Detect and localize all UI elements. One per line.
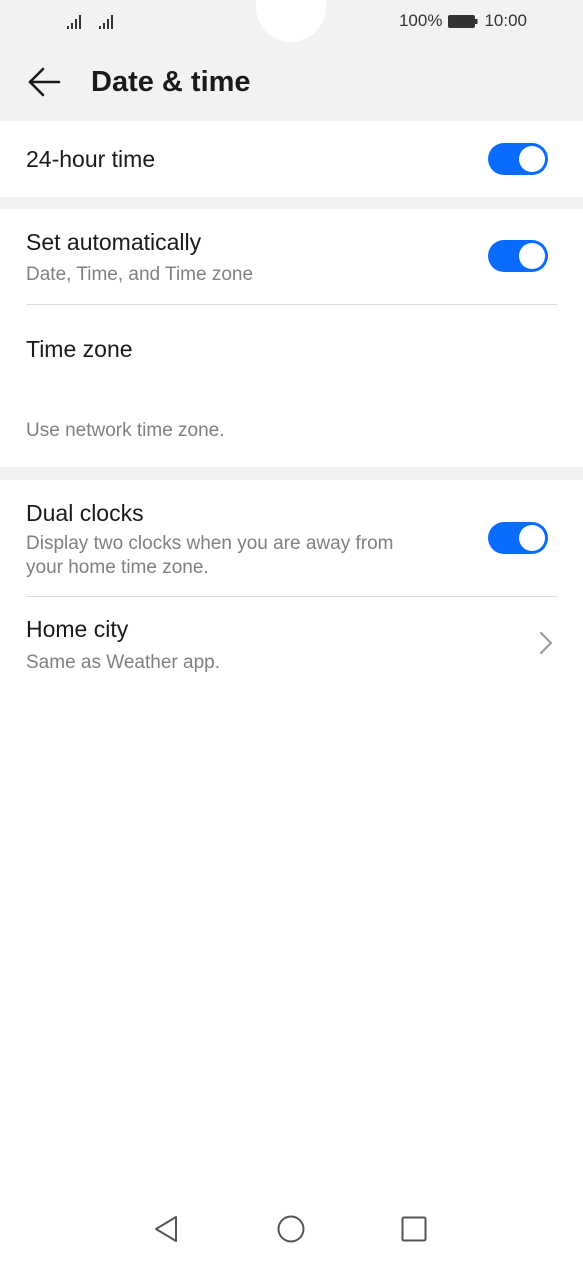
row-home-city[interactable]: Home city Same as Weather app. [0, 597, 583, 689]
nav-home-button[interactable] [276, 1214, 306, 1244]
section-gap [0, 467, 583, 480]
row-24-hour-time[interactable]: 24-hour time [0, 121, 583, 197]
row-subtitle: Date, Time, and Time zone [26, 264, 254, 285]
row-set-automatically[interactable]: Set automatically Date, Time, and Time z… [0, 209, 583, 304]
row-title: Home city [26, 616, 129, 642]
triangle-back-icon [155, 1216, 177, 1242]
chevron-right-icon [540, 632, 552, 654]
battery-percent: 100% [398, 11, 443, 30]
row-subtitle: Use network time zone. [26, 420, 225, 441]
toggle-set-automatically[interactable] [488, 240, 548, 272]
section-dual-clocks: Dual clocks Display two clocks when you … [0, 480, 583, 1200]
section-automatic: Set automatically Date, Time, and Time z… [0, 209, 583, 467]
clock: 10:00 [484, 11, 527, 30]
status-right: 100% 10:00 [399, 11, 527, 31]
row-title: Time zone [26, 336, 133, 362]
row-title: 24-hour time [26, 146, 156, 172]
section-gap [0, 197, 583, 209]
arrow-left-icon [28, 67, 61, 97]
row-subtitle: your home time zone. [26, 557, 209, 578]
page-title: Date & time [91, 66, 251, 98]
camera-notch [256, 0, 326, 42]
circle-home-icon [277, 1215, 305, 1243]
back-button[interactable] [24, 62, 64, 102]
app-header: Date & time [0, 44, 583, 121]
screen: 100% 10:00 Date & time 24-hour time Set [0, 0, 583, 1264]
toggle-dual-clocks[interactable] [488, 522, 548, 554]
row-dual-clocks[interactable]: Dual clocks Display two clocks when you … [0, 480, 583, 596]
navigation-bar [0, 1200, 583, 1264]
row-subtitle: Display two clocks when you are away fro… [26, 533, 394, 554]
signal-strength-icon [99, 15, 113, 29]
square-recent-icon [401, 1216, 427, 1242]
status-bar: 100% 10:00 [0, 0, 583, 44]
toggle-knob [519, 525, 545, 551]
signal-strength-icon [67, 15, 81, 29]
row-title: Set automatically [26, 229, 202, 255]
toggle-24-hour-time[interactable] [488, 143, 548, 175]
toggle-knob [519, 243, 545, 269]
nav-recent-button[interactable] [399, 1214, 429, 1244]
nav-back-button[interactable] [151, 1214, 181, 1244]
row-title: Dual clocks [26, 500, 144, 526]
row-time-zone[interactable]: Time zone Use network time zone. [0, 305, 583, 467]
battery-icon [448, 14, 478, 28]
row-subtitle: Same as Weather app. [26, 652, 220, 673]
toggle-knob [519, 146, 545, 172]
